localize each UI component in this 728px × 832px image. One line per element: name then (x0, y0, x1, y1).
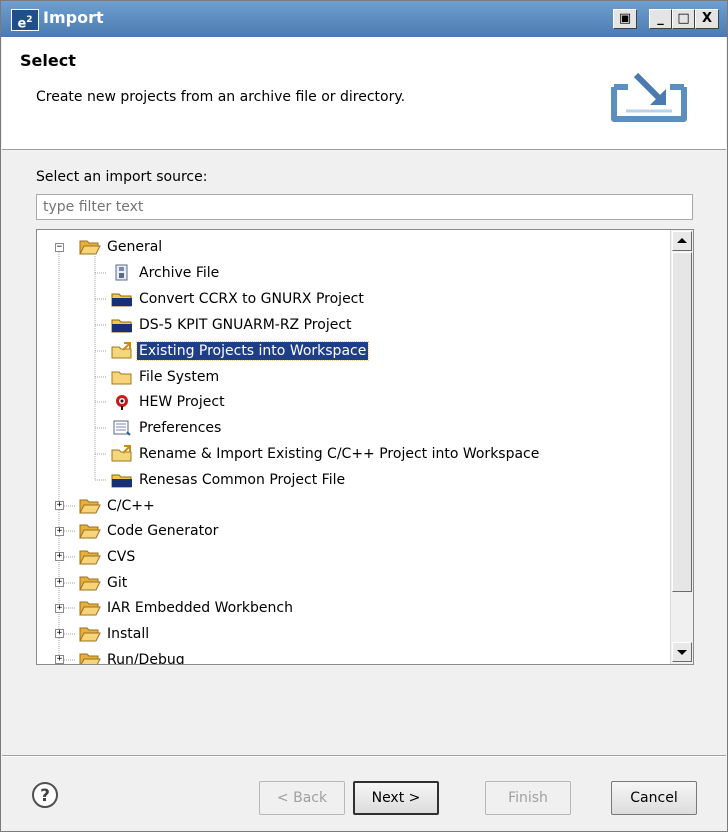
tree-item-label: Preferences (139, 420, 222, 436)
tree-item-archive-file[interactable]: Archive File (111, 261, 221, 285)
tree-item-run-debug[interactable]: Run/Debug (79, 648, 187, 665)
page-description: Create new projects from an archive file… (36, 89, 406, 105)
scroll-up-button[interactable] (672, 231, 692, 251)
expand-toggle[interactable]: + (55, 604, 64, 613)
arrow-up-icon (677, 238, 687, 243)
tree-item-label: Run/Debug (107, 652, 185, 665)
expand-toggle[interactable]: + (55, 527, 64, 536)
tree-item-label: Code Generator (107, 523, 219, 539)
tree-item-cpp[interactable]: C/C++ (79, 494, 157, 518)
expand-toggle[interactable]: + (55, 655, 64, 664)
folder-icon (79, 497, 101, 515)
project-folder-icon (111, 316, 133, 334)
filter-input[interactable] (36, 194, 693, 220)
scroll-thumb[interactable] (672, 252, 692, 592)
tree-item-label: Git (107, 575, 128, 591)
folder-icon (79, 625, 101, 643)
import-source-label: Select an import source: (36, 169, 208, 185)
tree-item-general[interactable]: General (79, 235, 164, 259)
tree-item-rename-import[interactable]: Rename & Import Existing C/C++ Project i… (111, 442, 541, 466)
hew-project-icon (111, 393, 133, 411)
tree-item-label: DS-5 KPIT GNUARM-RZ Project (139, 317, 352, 333)
expand-toggle[interactable]: + (55, 578, 64, 587)
tree-item-label: Archive File (139, 265, 220, 281)
tree-item-git[interactable]: Git (79, 571, 129, 595)
scroll-down-button[interactable] (672, 642, 692, 662)
tree-item-label: Renesas Common Project File (139, 472, 346, 488)
tree-item-preferences[interactable]: Preferences (111, 416, 223, 440)
import-projects-icon (111, 445, 133, 463)
tree-item-iar[interactable]: IAR Embedded Workbench (79, 596, 295, 620)
expand-toggle[interactable]: + (55, 501, 64, 510)
tree-item-label: File System (139, 369, 220, 385)
folder-icon (79, 574, 101, 592)
footer-divider (2, 755, 726, 757)
cancel-button[interactable]: Cancel (611, 781, 697, 815)
tree-item-convert-ccrx[interactable]: Convert CCRX to GNURX Project (111, 287, 366, 311)
svg-text:?: ? (40, 786, 50, 806)
next-button[interactable]: Next > (353, 781, 439, 815)
folder-icon (79, 548, 101, 566)
tree-item-label: C/C++ (107, 498, 155, 514)
maximize-button[interactable]: □ (672, 9, 695, 29)
page-title: Select (20, 51, 76, 70)
tree-item-hew-project[interactable]: HEW Project (111, 390, 227, 414)
minimize-button[interactable]: _ (649, 9, 672, 29)
arrow-down-icon (677, 650, 687, 655)
title-bar[interactable]: e2 Import ▣ _ □ X (1, 1, 727, 37)
tree-item-label: Existing Projects into Workspace (135, 341, 370, 361)
vertical-scrollbar[interactable] (670, 230, 693, 664)
back-button[interactable]: < Back (259, 781, 345, 815)
import-projects-icon (111, 342, 133, 360)
expand-toggle[interactable]: + (55, 629, 64, 638)
expand-toggle[interactable]: + (55, 552, 64, 561)
tree-item-renesas-common[interactable]: Renesas Common Project File (111, 468, 347, 492)
tree-item-label: General (107, 239, 163, 255)
tree-item-label: IAR Embedded Workbench (107, 600, 293, 616)
tree-item-cvs[interactable]: CVS (79, 545, 137, 569)
folder-icon (79, 599, 101, 617)
tree-item-label: Rename & Import Existing C/C++ Project i… (139, 446, 540, 462)
finish-button[interactable]: Finish (485, 781, 571, 815)
tree-item-code-generator[interactable]: Code Generator (79, 519, 220, 543)
import-wizard-icon (606, 61, 692, 129)
open-folder-icon (79, 238, 101, 256)
close-button[interactable]: X (695, 9, 719, 29)
help-icon[interactable]: ? (31, 781, 59, 809)
project-folder-icon (111, 471, 133, 489)
collapse-toggle[interactable]: − (55, 243, 64, 252)
tree-item-label: Install (107, 626, 150, 642)
window-title: Import (43, 8, 104, 27)
wizard-header: Select Create new projects from an archi… (2, 37, 726, 150)
folder-icon (79, 522, 101, 540)
archive-file-icon (111, 264, 133, 282)
tree-item-existing-projects[interactable]: Existing Projects into Workspace (111, 339, 370, 363)
tree-item-install[interactable]: Install (79, 622, 151, 646)
app-icon: e2 (11, 9, 39, 31)
restore-icon[interactable]: ▣ (613, 9, 637, 29)
tree-item-ds5-kpit[interactable]: DS-5 KPIT GNUARM-RZ Project (111, 313, 354, 337)
tree-item-label: CVS (107, 549, 136, 565)
tree-item-label: Convert CCRX to GNURX Project (139, 291, 364, 307)
tree-item-file-system[interactable]: File System (111, 365, 221, 389)
project-folder-icon (111, 290, 133, 308)
import-dialog: e2 Import ▣ _ □ X Select Create new proj… (0, 0, 728, 832)
preferences-icon (111, 419, 133, 437)
tree-item-label: HEW Project (139, 394, 225, 410)
folder-icon (111, 368, 133, 386)
folder-icon (79, 651, 101, 664)
import-source-tree[interactable]: − General Archive File Convert CCRX to G… (36, 229, 694, 665)
